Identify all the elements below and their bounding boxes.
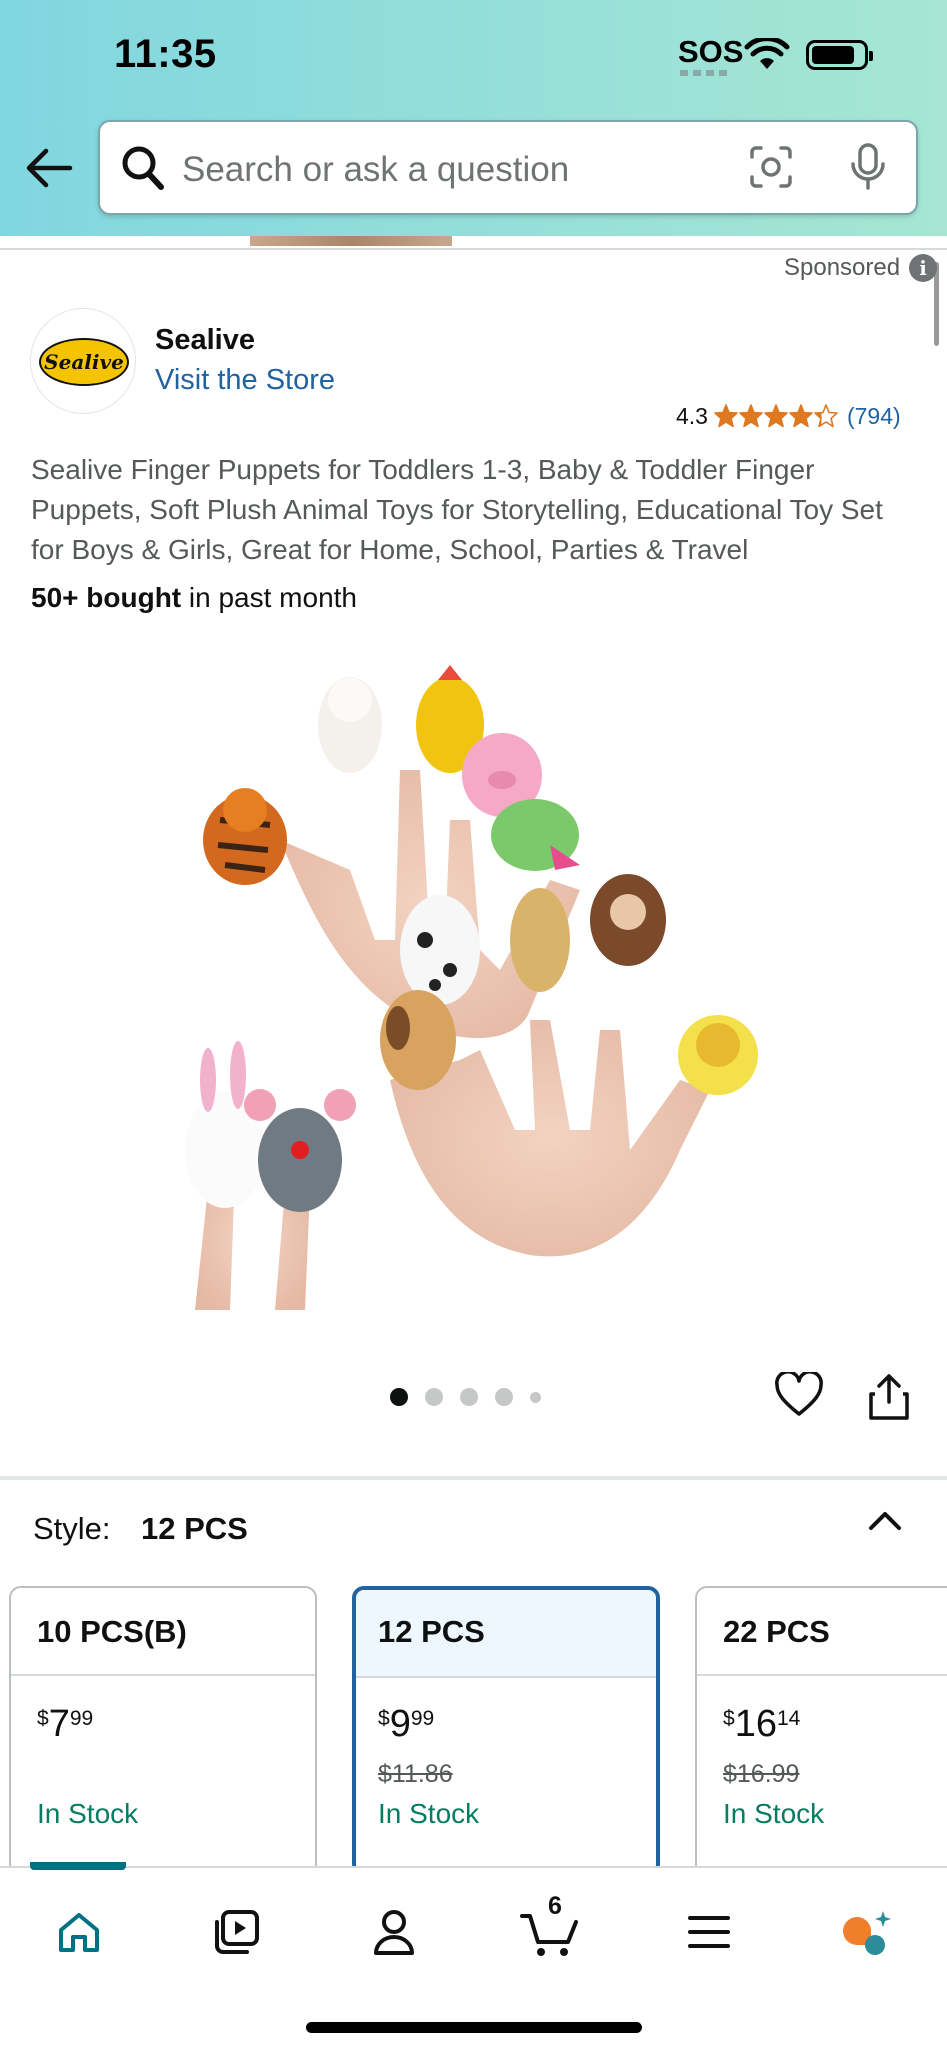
carrier-label: SOS	[678, 34, 744, 69]
star-icon	[814, 404, 838, 428]
price-currency: $	[37, 1707, 49, 1730]
nav-video[interactable]	[206, 1902, 266, 1962]
rufus-icon	[843, 1911, 891, 1955]
battery-icon	[806, 40, 873, 70]
nav-menu[interactable]	[679, 1902, 739, 1962]
carousel-dot[interactable]	[495, 1388, 513, 1406]
carousel-dot[interactable]	[530, 1391, 541, 1403]
option-name: 12 PCS	[356, 1590, 656, 1678]
rating-row[interactable]: 4.3 (794)	[676, 400, 901, 432]
puppet-cow	[400, 895, 480, 1005]
option-name: 22 PCS	[697, 1588, 947, 1676]
carousel-dot[interactable]	[425, 1388, 443, 1406]
previous-item-image	[250, 236, 452, 246]
home-icon	[59, 1913, 99, 1952]
price-cents: 14	[776, 1707, 801, 1730]
search-input[interactable]: Search or ask a question	[182, 150, 569, 190]
price-cents: 99	[69, 1707, 94, 1730]
price-whole: 7	[48, 1703, 70, 1745]
star-icon	[789, 404, 813, 428]
menu-icon	[688, 1916, 730, 1948]
carousel-dots[interactable]	[390, 1388, 558, 1406]
search-bar[interactable]: Search or ask a question	[98, 120, 918, 215]
nav-account[interactable]	[364, 1902, 424, 1962]
selected-style-value: 12 PCS	[141, 1511, 248, 1546]
visit-store-link[interactable]: Visit the Store	[155, 364, 335, 397]
product-title[interactable]: Sealive Finger Puppets for Toddlers 1-3,…	[31, 450, 911, 570]
status-time: 11:35	[114, 32, 217, 76]
list-price: $16.99	[723, 1760, 800, 1788]
puppet-giraffe	[510, 888, 570, 992]
style-option-22-pcs[interactable]: 22 PCS $ 16 14 $16.99 In Stock	[695, 1586, 947, 1876]
store-logo[interactable]: Sealive	[30, 308, 136, 414]
option-price: $ 9 99	[378, 1704, 434, 1744]
price-whole: 16	[734, 1703, 777, 1745]
list-price: $11.86	[378, 1760, 453, 1788]
price-cents: 99	[410, 1707, 435, 1730]
section-divider	[0, 1476, 947, 1480]
nav-active-indicator	[30, 1862, 126, 1870]
microphone-icon[interactable]	[848, 142, 888, 192]
rating-value: 4.3	[676, 402, 708, 429]
star-icon	[714, 404, 738, 428]
product-image[interactable]	[150, 650, 800, 1310]
home-indicator	[306, 2022, 642, 2033]
puppet-mouse	[244, 1089, 356, 1212]
video-icon	[215, 1910, 259, 1954]
store-logo-text: Sealive	[39, 338, 129, 386]
puppet-dog	[380, 990, 456, 1090]
top-header: 11:35 SOS Search or ask a question	[0, 0, 947, 240]
style-option-12-pcs[interactable]: 12 PCS $ 9 99 $11.86 In Stock	[352, 1586, 660, 1876]
nav-rufus[interactable]	[836, 1902, 896, 1962]
bottom-nav: 6	[0, 1862, 947, 2048]
carousel-dot[interactable]	[390, 1388, 408, 1406]
camera-lens-icon[interactable]	[748, 144, 794, 190]
nav-cart[interactable]: 6	[520, 1892, 580, 1962]
option-name: 10 PCS(B)	[11, 1588, 315, 1676]
signal-dots	[680, 70, 730, 76]
back-arrow-icon[interactable]	[24, 146, 74, 190]
review-count-link[interactable]: (794)	[847, 403, 901, 430]
puppet-lion	[678, 1015, 758, 1095]
search-icon	[122, 146, 164, 190]
puppet-parrot	[491, 799, 580, 871]
price-currency: $	[723, 1707, 735, 1730]
share-icon[interactable]	[866, 1372, 912, 1422]
puppet-sheep	[318, 677, 382, 773]
stock-status: In Stock	[723, 1798, 825, 1829]
chevron-up-icon[interactable]	[866, 1506, 904, 1536]
sponsored-label: Sponsored	[784, 254, 901, 281]
store-name: Sealive	[155, 324, 255, 356]
bought-past-month: 50+ bought in past month	[31, 582, 357, 614]
carousel-dot[interactable]	[460, 1388, 478, 1406]
puppet-monkey	[590, 874, 666, 966]
account-icon	[374, 1910, 414, 1955]
wifi-icon	[744, 38, 790, 69]
heart-icon[interactable]	[774, 1372, 824, 1418]
style-label: Style:	[33, 1511, 111, 1546]
star-rating	[714, 404, 839, 428]
option-price: $ 16 14	[723, 1704, 800, 1744]
previous-item-strip	[0, 236, 947, 250]
stock-status: In Stock	[378, 1798, 480, 1829]
price-currency: $	[378, 1707, 390, 1730]
puppet-rabbit	[185, 1041, 265, 1208]
info-icon[interactable]: i	[909, 254, 937, 282]
stock-status: In Stock	[37, 1798, 139, 1829]
nav-home[interactable]	[49, 1902, 109, 1962]
star-icon	[764, 404, 788, 428]
price-whole: 9	[389, 1703, 411, 1745]
puppet-tiger	[203, 788, 287, 885]
option-price: $ 7 99	[37, 1704, 93, 1744]
style-option-10-pcs-b[interactable]: 10 PCS(B) $ 7 99 In Stock	[9, 1586, 317, 1876]
bought-period: in past month	[181, 582, 357, 613]
star-icon	[739, 404, 763, 428]
cart-count-badge: 6	[548, 1892, 562, 1920]
bought-count: 50+ bought	[31, 582, 182, 613]
